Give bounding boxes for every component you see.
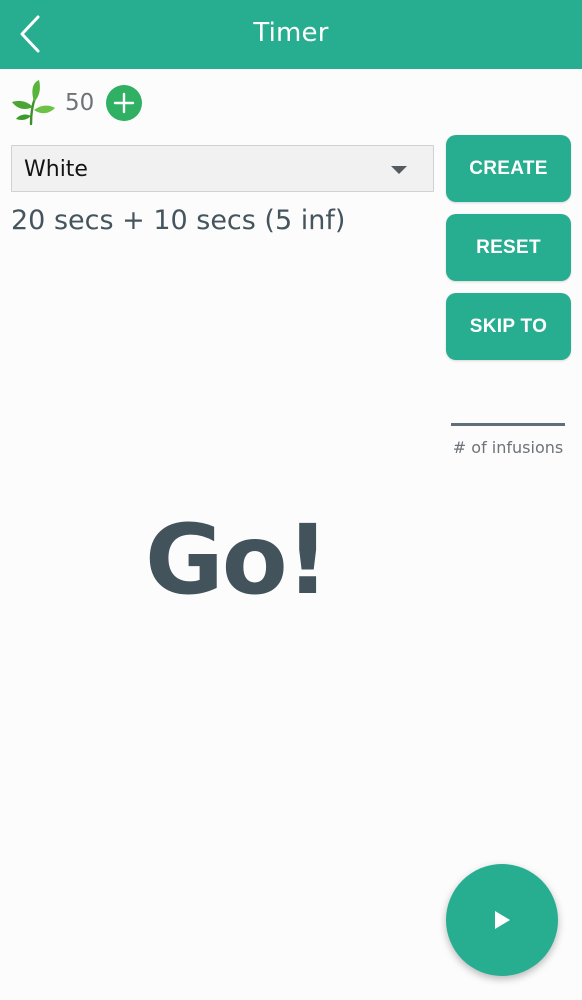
tea-type-value: White (24, 157, 88, 182)
tea-type-dropdown[interactable]: White (11, 145, 434, 192)
leaf-count: 50 (65, 90, 95, 116)
chevron-left-icon (20, 15, 40, 53)
dropdown-arrow-icon (391, 166, 407, 174)
timer-screen: Timer 50 White 20 secs + 10 secs (5 inf)… (0, 0, 582, 1000)
plus-icon (114, 92, 135, 114)
skip-to-button[interactable]: SKIP TO (446, 293, 571, 360)
timer-status-text: Go! (145, 504, 330, 616)
play-icon (495, 911, 510, 929)
back-button[interactable] (8, 10, 52, 58)
page-title: Timer (253, 18, 329, 48)
play-button[interactable] (446, 864, 558, 976)
create-button[interactable]: CREATE (446, 135, 571, 202)
app-bar: Timer (0, 0, 582, 69)
add-leaves-button[interactable] (106, 85, 143, 121)
steep-schedule: 20 secs + 10 secs (5 inf) (11, 205, 346, 236)
infusions-label: # of infusions (452, 438, 564, 457)
infusions-input[interactable] (451, 423, 565, 426)
leaf-counter: 50 (10, 80, 143, 126)
tea-leaf-icon (12, 80, 55, 126)
reset-button[interactable]: RESET (446, 214, 571, 281)
